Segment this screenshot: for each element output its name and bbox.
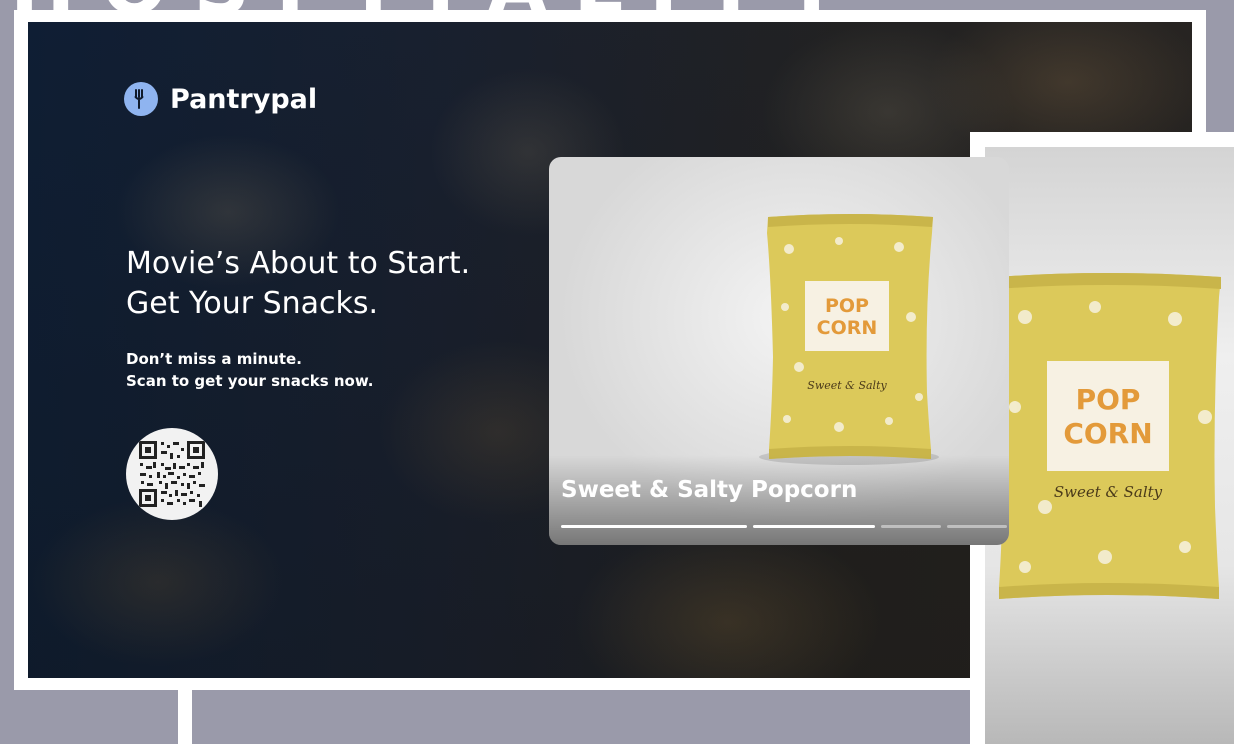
qr-code-icon[interactable] (126, 428, 218, 520)
headline: Movie’s About to Start. Get Your Snacks. (126, 244, 470, 324)
bag-label-line-1: POP (825, 295, 869, 317)
brand-name: Pantrypal (170, 83, 318, 115)
carousel-segment[interactable] (561, 525, 747, 528)
side-preview-panel: POP CORN Sweet & Salty (970, 132, 1234, 744)
brand-logo: Pantrypal (124, 82, 317, 116)
product-title: Sweet & Salty Popcorn (561, 477, 858, 503)
subcopy-line-1: Don’t miss a minute. (126, 350, 302, 368)
frame-stand (178, 690, 192, 744)
side-preview-image: POP CORN Sweet & Salty (985, 147, 1234, 744)
headline-line-2: Get Your Snacks. (126, 286, 379, 321)
product-card[interactable]: POP CORN Sweet & Salty Sweet & Salty Pop… (549, 157, 1009, 545)
subcopy: Don’t miss a minute. Scan to get your sn… (126, 348, 373, 392)
bag-label-line-2: CORN (817, 317, 878, 339)
side-bag-label-line-2: CORN (1063, 417, 1152, 450)
fork-icon (124, 82, 158, 116)
subcopy-line-2: Scan to get your snacks now. (126, 372, 374, 390)
carousel-segment[interactable] (947, 525, 1007, 528)
carousel-segment[interactable] (753, 525, 875, 528)
headline-line-1: Movie’s About to Start. (126, 246, 471, 281)
carousel-segment[interactable] (881, 525, 941, 528)
side-bag-tagline: Sweet & Salty (1054, 483, 1163, 501)
bag-tagline: Sweet & Salty (807, 379, 887, 392)
carousel-progress (561, 525, 1007, 528)
side-bag-label-line-1: POP (1076, 383, 1141, 416)
